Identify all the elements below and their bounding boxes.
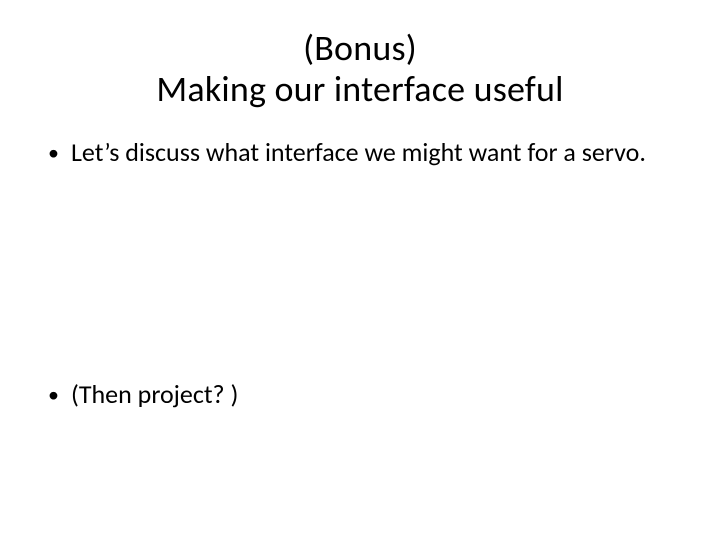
bullet-item-1: • Let’s discuss what interface we might … [48,137,676,168]
bullet-item-2: • (Then project? ) [48,379,676,410]
slide-body: • Let’s discuss what interface we might … [44,137,676,517]
slide-title: (Bonus) Making our interface useful [44,28,676,111]
slide: (Bonus) Making our interface useful • Le… [0,0,720,540]
title-line-1: (Bonus) [44,28,676,69]
bullet-text-2: (Then project? ) [71,379,238,410]
bullet-text-1: Let’s discuss what interface we might wa… [71,137,646,168]
bullet-dot-icon: • [48,379,71,410]
title-line-2: Making our interface useful [44,69,676,110]
bullet-dot-icon: • [48,137,71,168]
